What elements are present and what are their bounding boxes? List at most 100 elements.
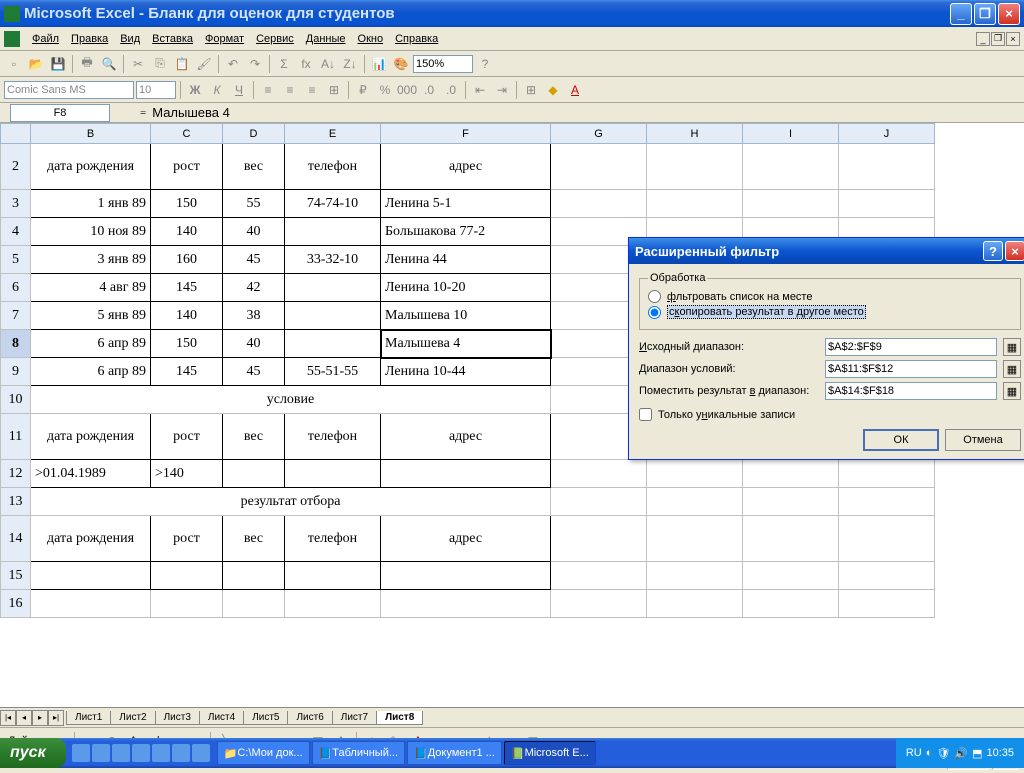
menu-edit[interactable]: Правка <box>65 31 114 47</box>
cell[interactable]: 74-74-10 <box>285 190 381 218</box>
filter-in-place-radio[interactable] <box>648 290 661 303</box>
open-icon[interactable]: 📂 <box>26 54 46 74</box>
criteria-range-input[interactable] <box>825 360 997 378</box>
cell[interactable]: 45 <box>223 358 285 386</box>
row-header[interactable]: 7 <box>1 302 31 330</box>
cell[interactable] <box>743 516 839 562</box>
cell[interactable] <box>647 516 743 562</box>
unique-records-checkbox[interactable] <box>639 408 652 421</box>
column-header[interactable]: C <box>151 124 223 144</box>
font-color-icon[interactable]: A <box>565 80 585 100</box>
tab-next-button[interactable]: ▸ <box>32 710 48 726</box>
lang-indicator[interactable]: RU <box>906 747 922 759</box>
decrease-decimal-icon[interactable]: .0 <box>441 80 461 100</box>
cell[interactable]: Малышева 4 <box>381 330 551 358</box>
column-header[interactable]: H <box>647 124 743 144</box>
tab-first-button[interactable]: |◂ <box>0 710 16 726</box>
menu-data[interactable]: Данные <box>300 31 352 47</box>
cell[interactable]: Малышева 10 <box>381 302 551 330</box>
cell[interactable]: 140 <box>151 302 223 330</box>
cell[interactable] <box>551 460 647 488</box>
cell[interactable] <box>647 190 743 218</box>
quicklaunch-icon[interactable] <box>132 744 150 762</box>
cell[interactable]: адрес <box>381 144 551 190</box>
quicklaunch-icon[interactable] <box>92 744 110 762</box>
cell[interactable] <box>151 562 223 590</box>
range-picker-icon[interactable]: ▦ <box>1003 382 1021 400</box>
row-header[interactable]: 4 <box>1 218 31 246</box>
cell[interactable]: >140 <box>151 460 223 488</box>
quicklaunch-icon[interactable] <box>172 744 190 762</box>
cell[interactable]: 38 <box>223 302 285 330</box>
select-all-cell[interactable] <box>1 124 31 144</box>
help-icon[interactable]: ? <box>475 54 495 74</box>
cell[interactable]: 140 <box>151 218 223 246</box>
close-button[interactable]: × <box>998 3 1020 25</box>
cell[interactable]: 55-51-55 <box>285 358 381 386</box>
cell[interactable]: рост <box>151 414 223 460</box>
cell[interactable]: 4 авг 89 <box>31 274 151 302</box>
cell[interactable]: 55 <box>223 190 285 218</box>
tab-last-button[interactable]: ▸| <box>48 710 64 726</box>
chart-icon[interactable]: 📊 <box>369 54 389 74</box>
cell[interactable] <box>743 190 839 218</box>
tray-icon[interactable]: 🛡 <box>936 747 950 760</box>
cell[interactable] <box>743 144 839 190</box>
menu-file[interactable]: Файл <box>26 31 65 47</box>
sort-desc-icon[interactable]: Z↓ <box>340 54 360 74</box>
cell[interactable]: 6 апр 89 <box>31 330 151 358</box>
dialog-help-button[interactable]: ? <box>983 241 1003 261</box>
formula-bar[interactable]: = Малышева 4 <box>140 104 1024 122</box>
decrease-indent-icon[interactable]: ⇤ <box>470 80 490 100</box>
list-range-input[interactable] <box>825 338 997 356</box>
paste-icon[interactable]: 📋 <box>172 54 192 74</box>
cell[interactable] <box>647 144 743 190</box>
copy-to-label[interactable]: скопировать результат в другое место <box>667 305 866 319</box>
cell[interactable]: телефон <box>285 516 381 562</box>
row-header[interactable]: 16 <box>1 590 31 618</box>
cell[interactable]: 5 янв 89 <box>31 302 151 330</box>
cell[interactable] <box>31 590 151 618</box>
cell[interactable] <box>31 562 151 590</box>
column-header[interactable]: I <box>743 124 839 144</box>
cell[interactable] <box>647 460 743 488</box>
cell[interactable]: 150 <box>151 190 223 218</box>
column-header[interactable]: D <box>223 124 285 144</box>
bold-icon[interactable]: Ж <box>185 80 205 100</box>
format-painter-icon[interactable]: 🖌 <box>194 54 214 74</box>
cell[interactable]: Ленина 44 <box>381 246 551 274</box>
cell[interactable] <box>285 302 381 330</box>
cell[interactable]: 40 <box>223 218 285 246</box>
cell[interactable] <box>381 590 551 618</box>
cell[interactable] <box>551 488 647 516</box>
ok-button[interactable]: ОК <box>863 429 939 451</box>
row-header[interactable]: 5 <box>1 246 31 274</box>
align-center-icon[interactable]: ≡ <box>280 80 300 100</box>
cell[interactable]: дата рождения <box>31 144 151 190</box>
zoom-select[interactable] <box>413 55 473 73</box>
taskbar-item[interactable]: 📘 Документ1 ... <box>407 741 502 765</box>
cell[interactable] <box>285 562 381 590</box>
cell[interactable] <box>381 562 551 590</box>
cell[interactable] <box>743 488 839 516</box>
menu-help[interactable]: Справка <box>389 31 444 47</box>
cell[interactable]: дата рождения <box>31 516 151 562</box>
sheet-tab[interactable]: Лист1 <box>66 711 111 725</box>
sheet-tab[interactable]: Лист2 <box>110 711 155 725</box>
cell[interactable]: условие <box>31 386 551 414</box>
column-header[interactable]: F <box>381 124 551 144</box>
cancel-button[interactable]: Отмена <box>945 429 1021 451</box>
range-picker-icon[interactable]: ▦ <box>1003 338 1021 356</box>
minimize-button[interactable]: _ <box>950 3 972 25</box>
dialog-close-button[interactable]: × <box>1005 241 1024 261</box>
currency-icon[interactable]: ₽ <box>353 80 373 100</box>
column-header[interactable]: J <box>839 124 935 144</box>
cell[interactable]: Ленина 10-20 <box>381 274 551 302</box>
cell[interactable]: 33-32-10 <box>285 246 381 274</box>
cell[interactable]: рост <box>151 144 223 190</box>
taskbar-item[interactable]: 📘 Табличный... <box>312 741 405 765</box>
cell[interactable] <box>551 562 647 590</box>
cell[interactable]: 145 <box>151 358 223 386</box>
tray-icon[interactable]: 🔊 <box>954 747 968 760</box>
taskbar-item-active[interactable]: 📗 Microsoft E... <box>504 741 596 765</box>
